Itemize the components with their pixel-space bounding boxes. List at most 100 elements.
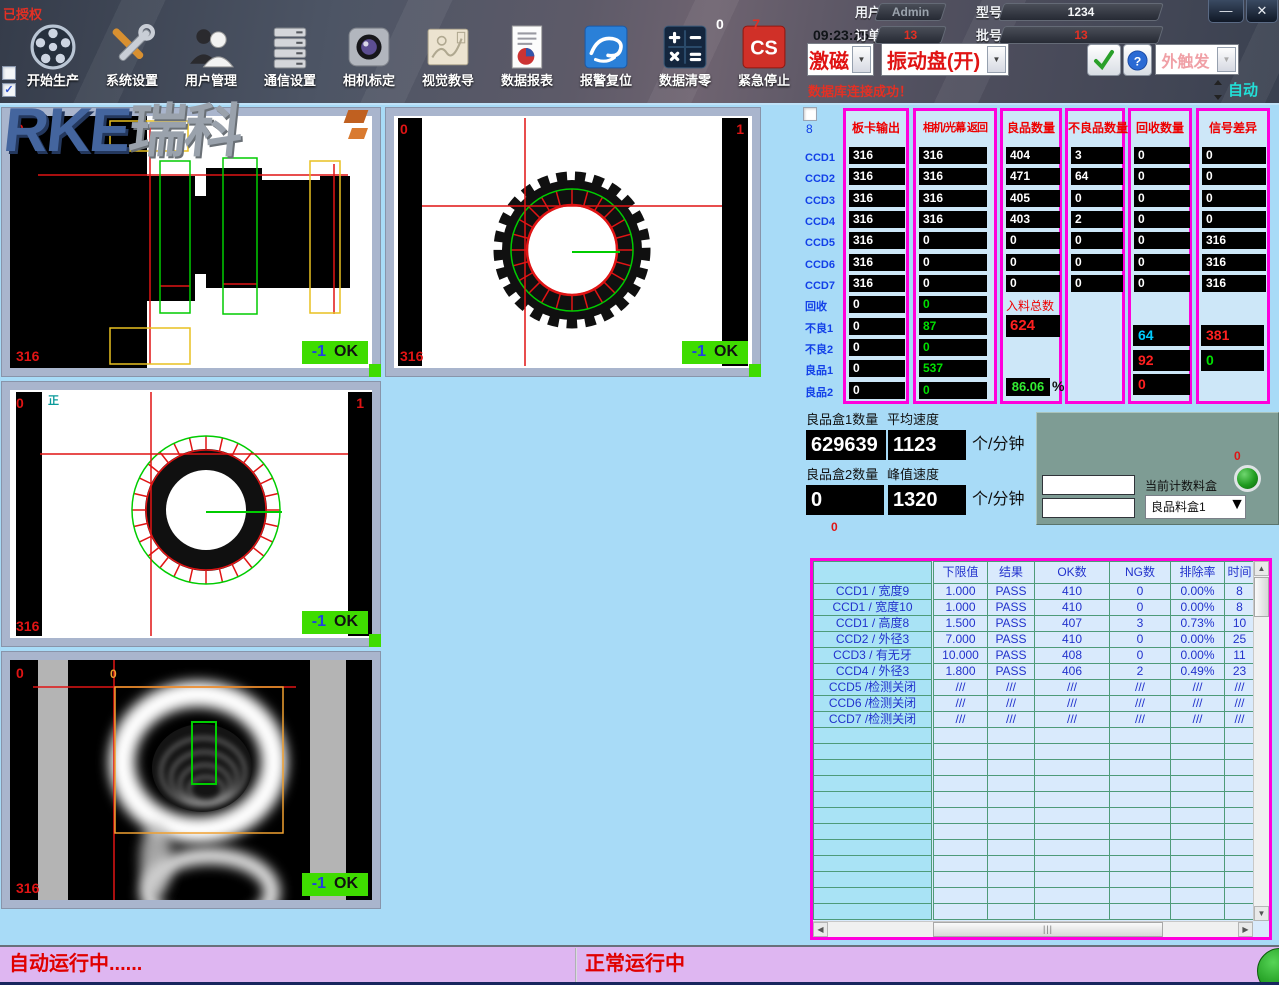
vibration-plate-combo[interactable]: 振动盘(开) ▼ [881, 43, 1009, 76]
counters-panel: 良品盒1数量 平均速度 629639 1123 个/分钟 良品盒2数量 峰值速度… [800, 404, 1279, 558]
qc-cell: 2 [1110, 664, 1171, 680]
auto-spinner[interactable] [1214, 80, 1224, 100]
confirm-button[interactable] [1087, 44, 1121, 76]
stats-column-good-count: 良品数量 404471405403000 入料总数 624 86.06% [1000, 108, 1062, 404]
header-checkbox-checked[interactable]: ✓ [2, 83, 16, 97]
qc-cell: 8 [1225, 584, 1255, 600]
current-tray-label: 当前计数料盒 [1145, 480, 1217, 492]
scroll-up-icon[interactable]: ▲ [1254, 561, 1269, 576]
qc-cell: /// [1225, 680, 1255, 696]
qc-table-row[interactable]: CCD2 / 外径37.000PASS41000.00%25 [814, 632, 1255, 648]
toolbar-button-start-production[interactable]: 开始生产 [17, 24, 89, 88]
scroll-left-icon[interactable]: ◀ [813, 922, 828, 937]
stat-row-label: CCD7 [805, 278, 842, 295]
qc-horizontal-scrollbar[interactable]: ◀ ||| ▶ [813, 921, 1253, 937]
chevron-down-icon[interactable]: ▼ [987, 46, 1006, 73]
tray-input-2[interactable] [1042, 498, 1135, 518]
qc-cell: PASS [988, 664, 1035, 680]
stat-value-box: 0 [1134, 190, 1190, 207]
model-field: 1234 [998, 3, 1164, 21]
toolbar-button-user-management[interactable]: 用户管理 [175, 24, 247, 88]
qc-vscroll-thumb[interactable] [1254, 577, 1269, 617]
qc-empty-cell [1171, 808, 1225, 824]
camera-view-3[interactable]: 0 正 1 316 -1OK [2, 382, 380, 646]
stat-value-box: 0 [849, 318, 905, 335]
qc-table-row[interactable]: CCD1 / 宽度101.000PASS41000.00%8 [814, 600, 1255, 616]
chevron-down-icon[interactable]: ▼ [1229, 496, 1245, 518]
qc-cell: 406 [1035, 664, 1110, 680]
chevron-down-icon[interactable]: ▼ [852, 46, 871, 73]
qc-empty-cell [1225, 840, 1255, 856]
qc-cell: 10.000 [933, 648, 988, 664]
stats-checkbox[interactable] [803, 107, 817, 121]
spinner-up-icon[interactable] [1214, 80, 1222, 85]
qc-table-row[interactable]: CCD7 /检测关闭////////////////// [814, 712, 1255, 728]
spinner-down-icon[interactable] [1214, 95, 1222, 100]
stat-value-box: 0 [1134, 232, 1190, 249]
header-checkbox-unchecked[interactable] [2, 66, 16, 80]
recycle-extra-value: 0 [1133, 374, 1190, 395]
qc-cell: PASS [988, 584, 1035, 600]
toolbar-button-alarm-reset[interactable]: 报警复位 [570, 24, 642, 88]
qc-row-label: CCD1 / 宽度10 [814, 600, 933, 616]
tray-select-combo[interactable]: 良品料盒1 ▼ [1145, 495, 1246, 519]
toolbar: 开始生产 系统设置 用户管理 [17, 24, 800, 88]
toolbar-button-communication-settings[interactable]: 通信设置 [254, 24, 326, 88]
recycle-extra-value: 64 [1133, 325, 1190, 346]
qc-table-row[interactable]: CCD3 / 有无牙10.000PASS40800.00%11 [814, 648, 1255, 664]
tray-input-1[interactable] [1042, 475, 1135, 495]
qc-empty-cell [1035, 856, 1110, 872]
minimize-button[interactable]: — [1208, 0, 1244, 23]
toolbar-button-camera-calibration[interactable]: 相机标定 [333, 24, 405, 88]
stat-value-box: 0 [1202, 211, 1266, 228]
qc-empty-cell [1225, 728, 1255, 744]
toolbar-button-data-clear[interactable]: 数据清零 [649, 24, 721, 88]
qc-table-row[interactable]: CCD1 / 高度81.500PASS40730.73%10 [814, 616, 1255, 632]
magnetize-combo[interactable]: 激磁 ▼ [807, 43, 874, 76]
help-button[interactable]: ? [1123, 44, 1152, 76]
qc-cell: 408 [1035, 648, 1110, 664]
qc-table-row[interactable]: CCD5 /检测关闭////////////////// [814, 680, 1255, 696]
stats-column-header: 良品数量 [1003, 115, 1059, 141]
qc-table-row[interactable]: CCD6 /检测关闭////////////////// [814, 696, 1255, 712]
qc-empty-cell [1225, 808, 1255, 824]
camera-view-1[interactable]: 0 316 -1OK [2, 108, 380, 376]
stat-value-box: 0 [1134, 168, 1190, 185]
qc-cell: 25 [1225, 632, 1255, 648]
trigger-mode-combo[interactable]: 外触发 ▼ [1155, 44, 1239, 75]
stat-value-box: 0 [919, 254, 987, 271]
qc-table-row[interactable]: CCD4 / 外径31.800PASS40620.49%23 [814, 664, 1255, 680]
qc-table-row[interactable]: CCD1 / 宽度91.000PASS41000.00%8 [814, 584, 1255, 600]
toolbar-button-data-report[interactable]: 数据报表 [491, 24, 563, 88]
qc-empty-cell [1110, 744, 1171, 760]
qc-vertical-scrollbar[interactable]: ▲ ▼ [1253, 561, 1269, 921]
scroll-down-icon[interactable]: ▼ [1254, 906, 1269, 921]
camera-view-2[interactable]: 0 1 316 -1OK [386, 108, 760, 376]
qc-empty-cell [988, 744, 1035, 760]
camera2-result-badge: -1OK [682, 341, 748, 364]
qc-column-header: 时间 [1225, 562, 1255, 584]
user-field: Admin [874, 3, 947, 21]
qc-empty-cell [1171, 728, 1225, 744]
close-button[interactable]: ✕ [1246, 0, 1278, 23]
toolbar-label: 报警复位 [580, 74, 632, 88]
qc-hscroll-thumb[interactable]: ||| [933, 922, 1163, 937]
qc-cell: /// [1035, 680, 1110, 696]
qc-empty-cell [988, 904, 1035, 920]
stat-value-box: 316 [849, 211, 905, 228]
toolbar-button-vision-teaching[interactable]: 视觉教导 [412, 24, 484, 88]
qc-cell: 410 [1035, 632, 1110, 648]
toolbar-button-system-settings[interactable]: 系统设置 [96, 24, 168, 88]
scroll-right-icon[interactable]: ▶ [1238, 922, 1253, 937]
emergency-count-right: 7 [752, 17, 760, 31]
chevron-down-icon[interactable]: ▼ [1217, 47, 1236, 72]
svg-text:?: ? [1134, 54, 1142, 68]
qc-cell: 410 [1035, 584, 1110, 600]
qc-cell: /// [1171, 680, 1225, 696]
qc-cell: /// [1171, 712, 1225, 728]
qc-empty-cell [933, 888, 988, 904]
toolbar-button-emergency-stop[interactable]: CS 紧急停止 [728, 24, 800, 88]
qc-empty-cell [1171, 840, 1225, 856]
camera-view-4[interactable]: 0 0 316 -1OK [2, 652, 380, 908]
stat-value-box: 0 [1006, 254, 1060, 271]
